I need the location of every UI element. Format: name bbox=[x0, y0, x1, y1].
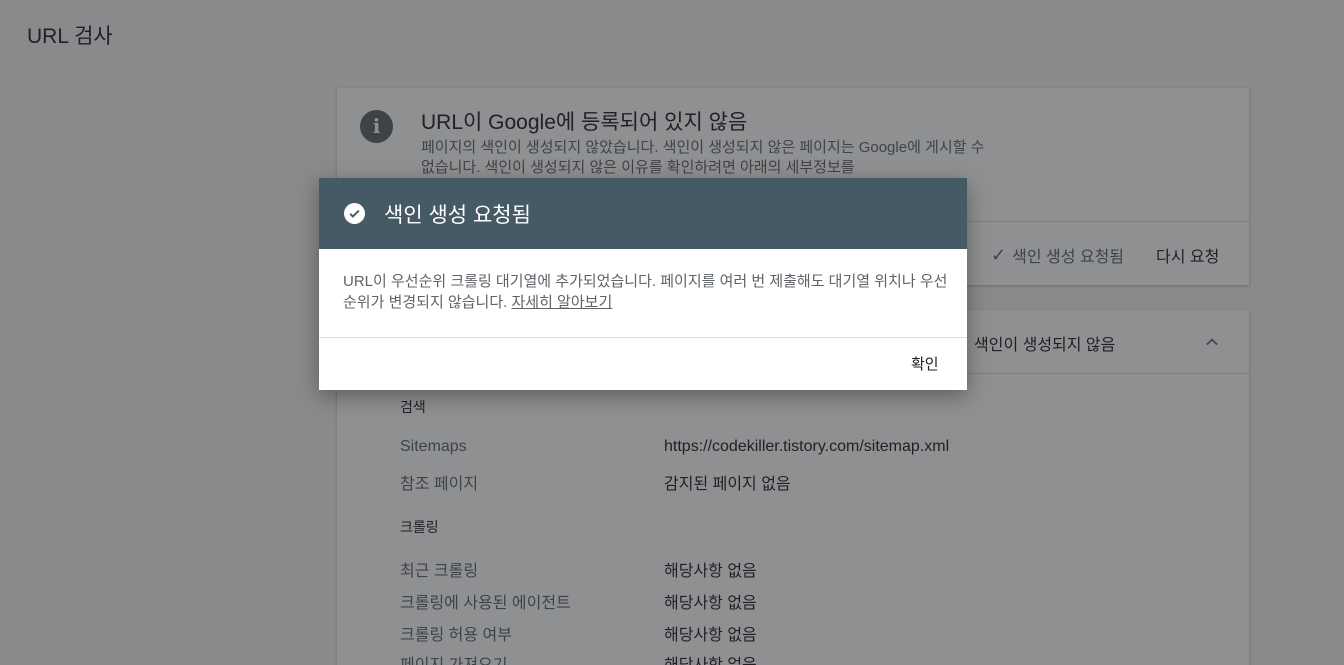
dialog-body: URL이 우선순위 크롤링 대기열에 추가되었습니다. 페이지를 여러 번 제출… bbox=[343, 271, 953, 313]
dialog-divider bbox=[319, 337, 967, 338]
confirm-button[interactable]: 확인 bbox=[911, 353, 939, 374]
dialog-header: 색인 생성 요청됨 bbox=[319, 178, 967, 249]
dialog-title: 색인 생성 요청됨 bbox=[384, 203, 531, 227]
indexing-requested-dialog: 색인 생성 요청됨 URL이 우선순위 크롤링 대기열에 추가되었습니다. 페이… bbox=[319, 178, 967, 390]
check-circle-icon bbox=[344, 203, 365, 224]
dialog-message: URL이 우선순위 크롤링 대기열에 추가되었습니다. 페이지를 여러 번 제출… bbox=[343, 273, 948, 311]
learn-more-link[interactable]: 자세히 알아보기 bbox=[511, 294, 612, 311]
